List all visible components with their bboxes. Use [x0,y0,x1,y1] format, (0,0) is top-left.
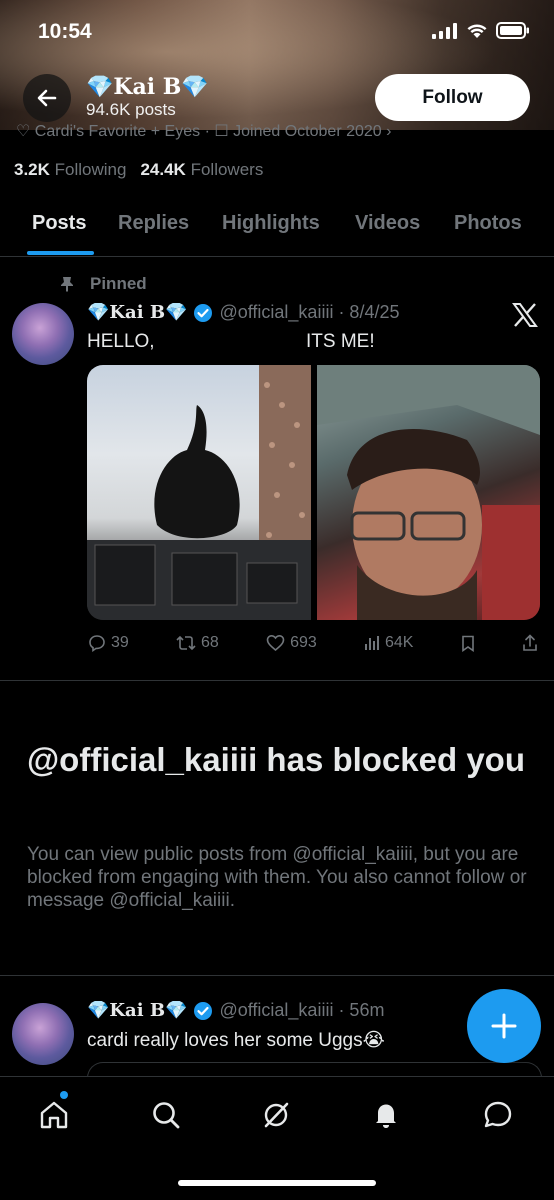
divider [0,975,554,976]
avatar[interactable] [12,303,74,365]
post-text-left: HELLO, [87,331,155,352]
post-text-right: ITS ME! [306,331,375,352]
views-button[interactable]: 64K [364,634,413,652]
blocked-title: @official_kaiiii has blocked you [27,741,525,778]
views-chart-icon [365,636,379,650]
share-icon [523,634,537,651]
profile-meta-row: ♡ Cardi's Favorite + Eyes · ☐ Joined Oct… [16,123,392,140]
blocked-description: You can view public posts from @official… [27,844,527,911]
nav-home[interactable] [36,1097,72,1133]
active-tab-indicator [27,251,94,255]
repost-button[interactable]: 68 [176,634,219,652]
post-handle-date[interactable]: @official_kaiiii · 8/4/25 [219,302,399,323]
post-image-2[interactable] [317,365,540,620]
verified-badge-icon [194,303,213,322]
back-button[interactable] [23,74,71,122]
x-logo-icon [512,302,538,333]
reply-count: 39 [111,634,129,651]
repost-count: 68 [201,634,219,651]
status-icons [432,22,530,39]
share-button[interactable] [522,634,538,652]
like-button[interactable]: 693 [266,634,317,652]
followers-label: Followers [190,160,264,179]
bookmark-icon [461,635,474,652]
following-link[interactable]: 3.2K Following [14,160,126,180]
nav-search[interactable] [148,1097,184,1133]
avatar[interactable] [12,1003,74,1065]
divider [0,680,554,681]
tab-highlights[interactable]: Highlights [222,212,320,235]
tab-videos[interactable]: Videos [355,212,420,235]
header-profile-name: 💎Kai B💎 [86,74,209,100]
like-count: 693 [290,634,317,651]
post-header: 💎Kai B💎 @official_kaiiii · 56m [87,1000,384,1021]
status-time: 10:54 [38,20,92,43]
pinned-indicator: Pinned [60,274,147,294]
reply-button[interactable]: 39 [88,634,129,652]
battery-icon [496,22,529,39]
heart-icon [266,634,285,652]
header-posts-count: 94.6K posts [86,100,176,119]
nav-grok[interactable] [258,1097,294,1133]
repost-icon [176,635,196,651]
compose-button[interactable] [467,989,541,1063]
post-text: cardi really loves her some Uggs😭 [87,1030,385,1051]
post-image-1[interactable] [87,365,311,620]
bookmark-button[interactable] [461,634,475,652]
nav-notifications[interactable] [368,1097,404,1133]
follow-stats: 3.2K Following 24.4K Followers [14,160,263,180]
verified-badge-icon [194,1001,213,1020]
notification-dot [60,1091,68,1099]
selfie-photo-illustration [317,365,540,620]
back-arrow-icon [37,89,57,107]
post-header: 💎Kai B💎 @official_kaiiii · 8/4/25 [87,302,399,323]
plus-icon [491,1013,517,1039]
tab-replies[interactable]: Replies [118,212,189,235]
reply-icon [89,635,105,652]
views-count: 64K [385,634,414,651]
wifi-icon [467,23,487,38]
following-count: 3.2K [14,160,50,179]
notifications-icon [376,1104,396,1128]
pinned-label: Pinned [90,274,147,293]
home-icon [40,1101,68,1129]
signal-icon [432,22,457,39]
tab-photos[interactable]: Photos [454,212,522,235]
profile-tabs: Posts Replies Highlights Videos Photos [0,194,554,257]
grok-icon [264,1102,289,1128]
post-actions: 39 68 693 64K [88,634,538,652]
post-author-name[interactable]: 💎Kai B💎 [87,1000,187,1021]
post-author-name[interactable]: 💎Kai B💎 [87,302,187,323]
tab-posts[interactable]: Posts [32,212,86,235]
home-indicator [178,1180,376,1186]
post-handle-date[interactable]: @official_kaiiii · 56m [219,1000,384,1021]
messages-icon [484,1101,512,1128]
followers-count: 24.4K [140,160,186,179]
followers-link[interactable]: 24.4K Followers [140,160,263,180]
follow-button[interactable]: Follow [375,74,530,121]
pin-icon [61,277,73,292]
nav-messages[interactable] [480,1097,516,1133]
following-label: Following [54,160,127,179]
concert-photo-illustration [87,365,311,620]
search-icon [153,1102,180,1129]
